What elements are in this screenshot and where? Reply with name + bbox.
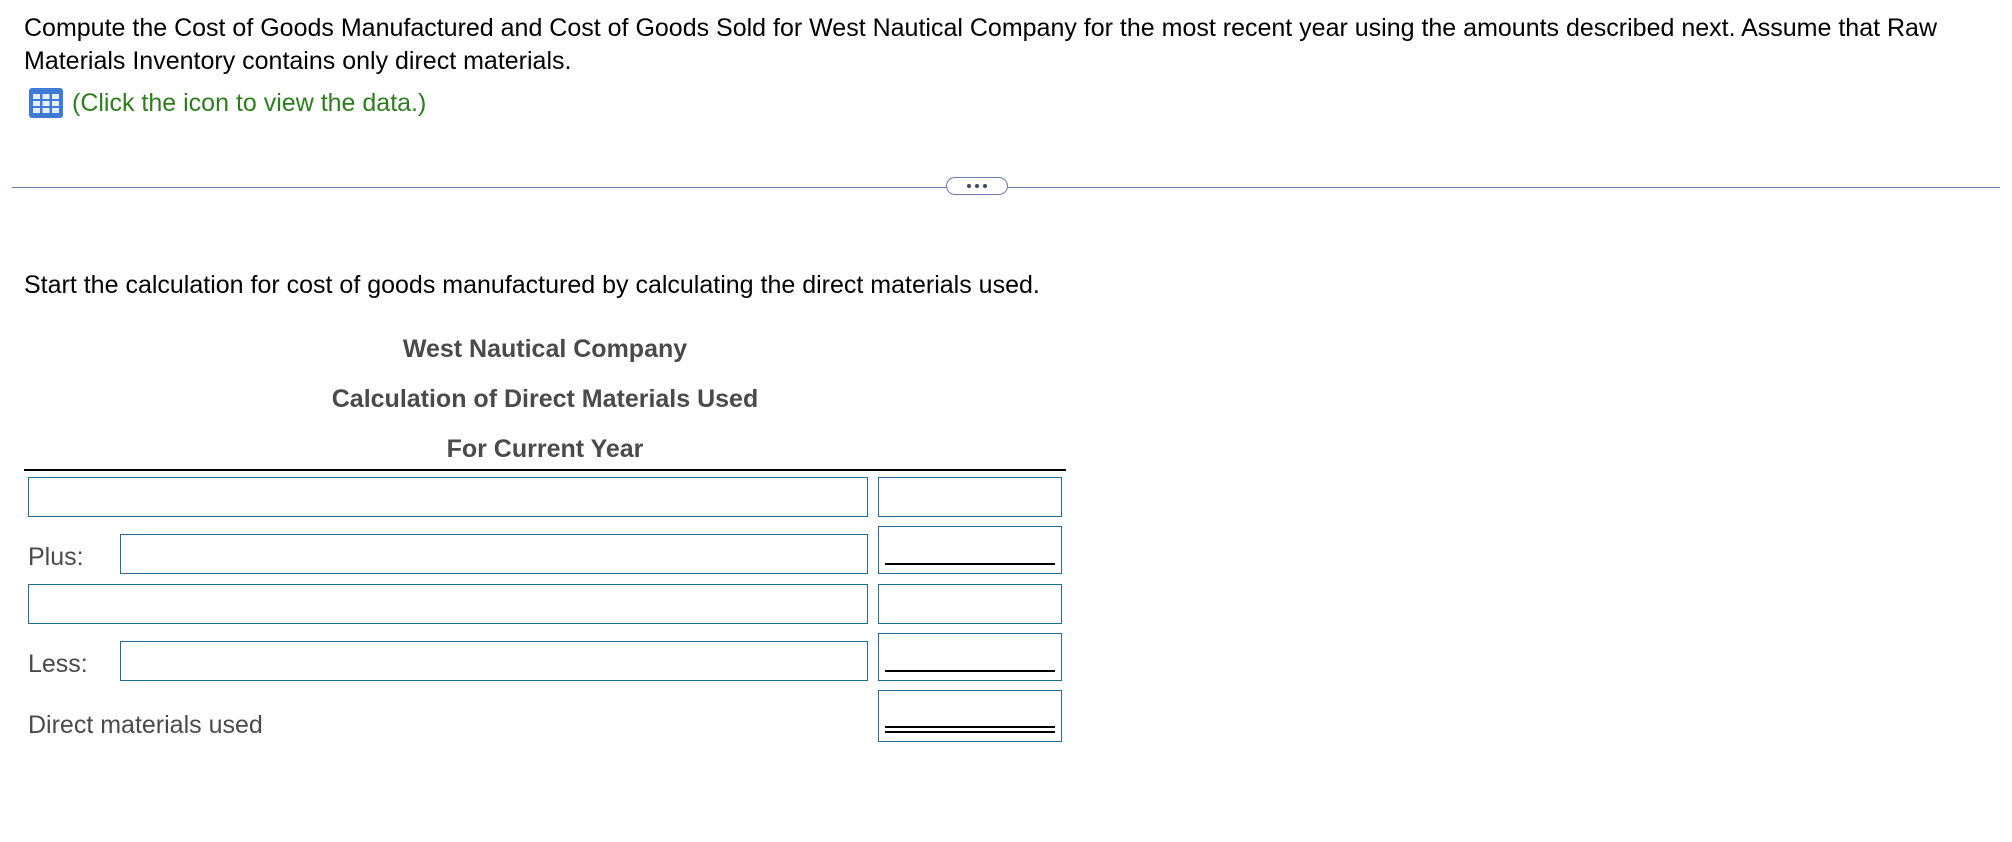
- row1-amount-field[interactable]: [878, 477, 1062, 517]
- statement-title: Calculation of Direct Materials Used: [331, 385, 759, 413]
- table-grid-icon[interactable]: [28, 87, 64, 119]
- step-instruction: Start the calculation for cost of goods …: [24, 271, 1040, 299]
- direct-materials-used-amount-field[interactable]: [878, 690, 1062, 742]
- row2-amount-field[interactable]: [878, 526, 1062, 574]
- less-label: Less:: [28, 650, 88, 678]
- expand-ellipsis-button[interactable]: [946, 177, 1008, 195]
- row3-description-field[interactable]: [28, 584, 868, 624]
- view-data-link-text[interactable]: (Click the icon to view the data.): [72, 89, 426, 118]
- ellipsis-dot-icon: [967, 184, 971, 188]
- row4-description-field[interactable]: [120, 641, 868, 681]
- row1-description-field[interactable]: [28, 477, 868, 517]
- statement-period: For Current Year: [446, 435, 644, 463]
- statement-company: West Nautical Company: [402, 335, 688, 363]
- row4-amount-field[interactable]: [878, 633, 1062, 681]
- total-double-underline: [885, 726, 1055, 733]
- plus-label: Plus:: [28, 543, 84, 571]
- header-rule: [24, 469, 1066, 471]
- row2-description-field[interactable]: [120, 534, 868, 574]
- ellipsis-dot-icon: [983, 184, 987, 188]
- row3-amount-field[interactable]: [878, 584, 1062, 624]
- ellipsis-dot-icon: [975, 184, 979, 188]
- problem-statement: Compute the Cost of Goods Manufactured a…: [24, 14, 1938, 75]
- view-data-link[interactable]: (Click the icon to view the data.): [28, 86, 426, 120]
- subtotal-underline: [885, 670, 1055, 672]
- subtotal-underline: [885, 563, 1055, 565]
- direct-materials-used-label: Direct materials used: [28, 711, 263, 739]
